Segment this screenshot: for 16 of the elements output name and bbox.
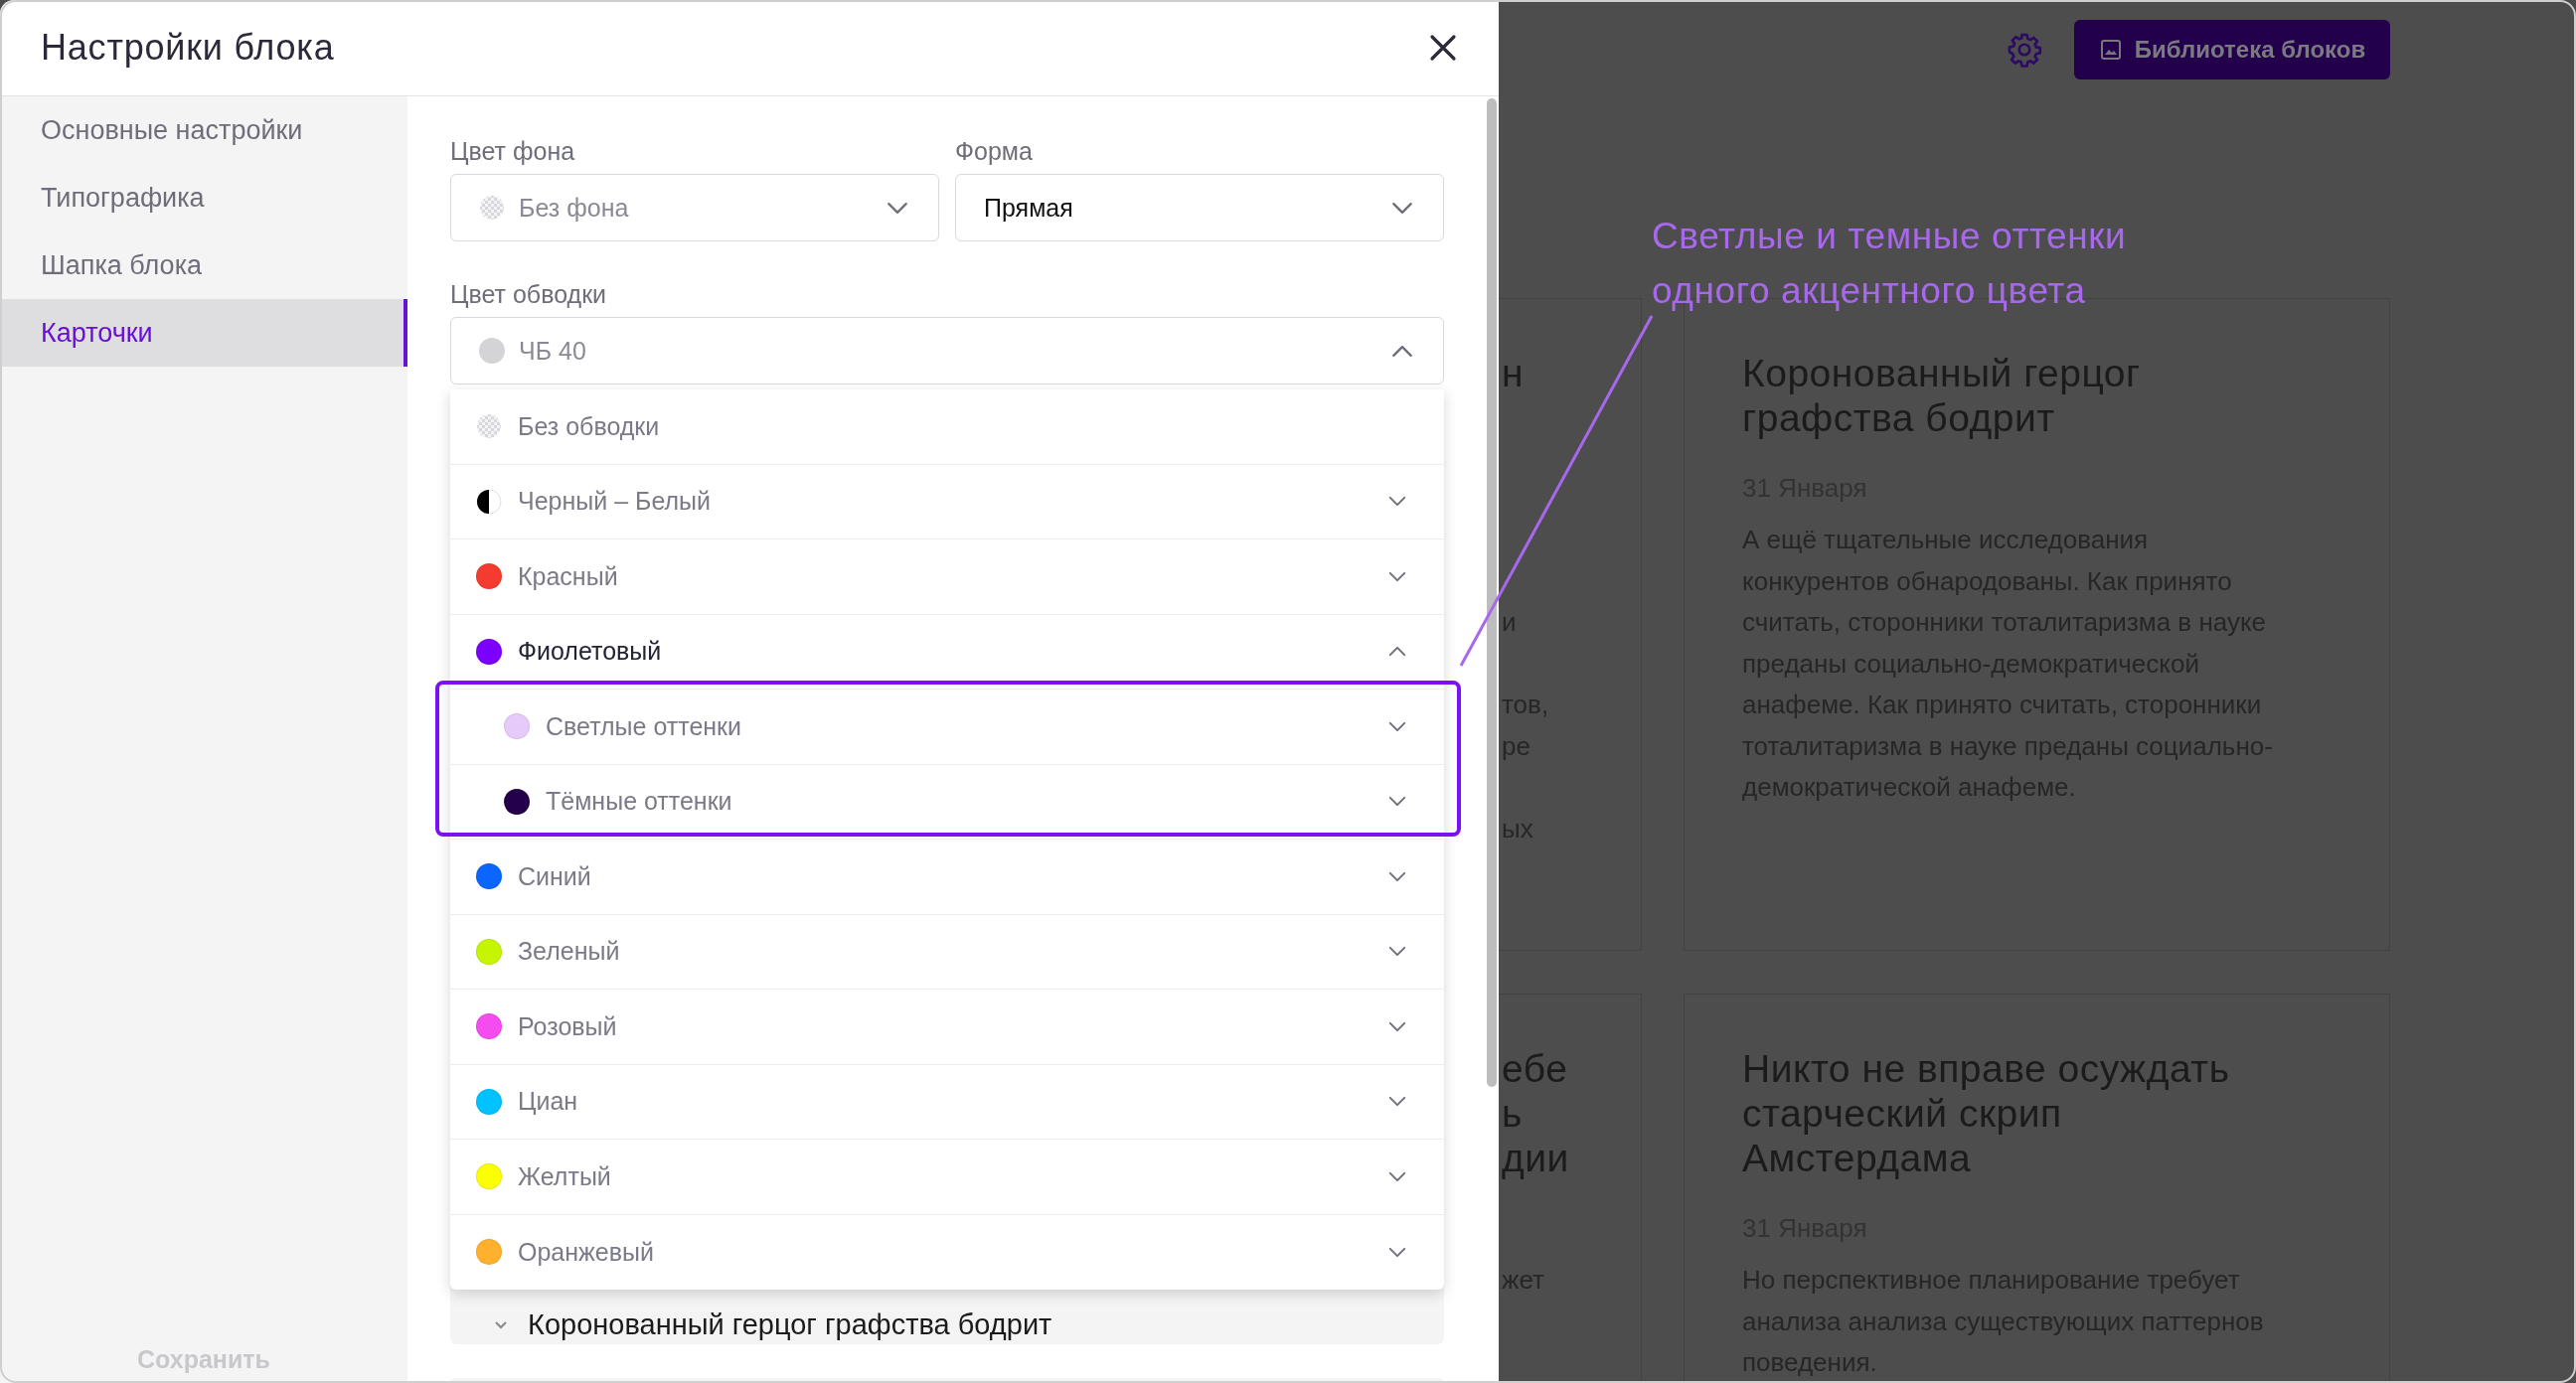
annotation-text: Светлые и темные оттенки одного акцентного цвета xyxy=(1652,215,2127,313)
option-label: Черный – Белый xyxy=(518,487,712,517)
option-label: Розовый xyxy=(518,1011,618,1041)
option-label: Желтый xyxy=(518,1161,612,1191)
option-label: Светлые оттенки xyxy=(546,711,743,741)
option-label: Красный xyxy=(518,561,619,591)
dialog-title: Настройки блока xyxy=(41,27,335,69)
option-label: Фиолетовый xyxy=(518,637,663,667)
option-label: Без обводки xyxy=(518,411,661,441)
field-label: Цвет фона xyxy=(450,136,576,166)
field-label: Форма xyxy=(955,136,1034,166)
option-label: Тёмные оттенки xyxy=(546,787,733,817)
option-label: Синий xyxy=(518,861,592,891)
field-label: Цвет обводки xyxy=(450,279,608,309)
option-label: Циан xyxy=(518,1087,579,1117)
option-label: Зеленый xyxy=(518,937,621,967)
